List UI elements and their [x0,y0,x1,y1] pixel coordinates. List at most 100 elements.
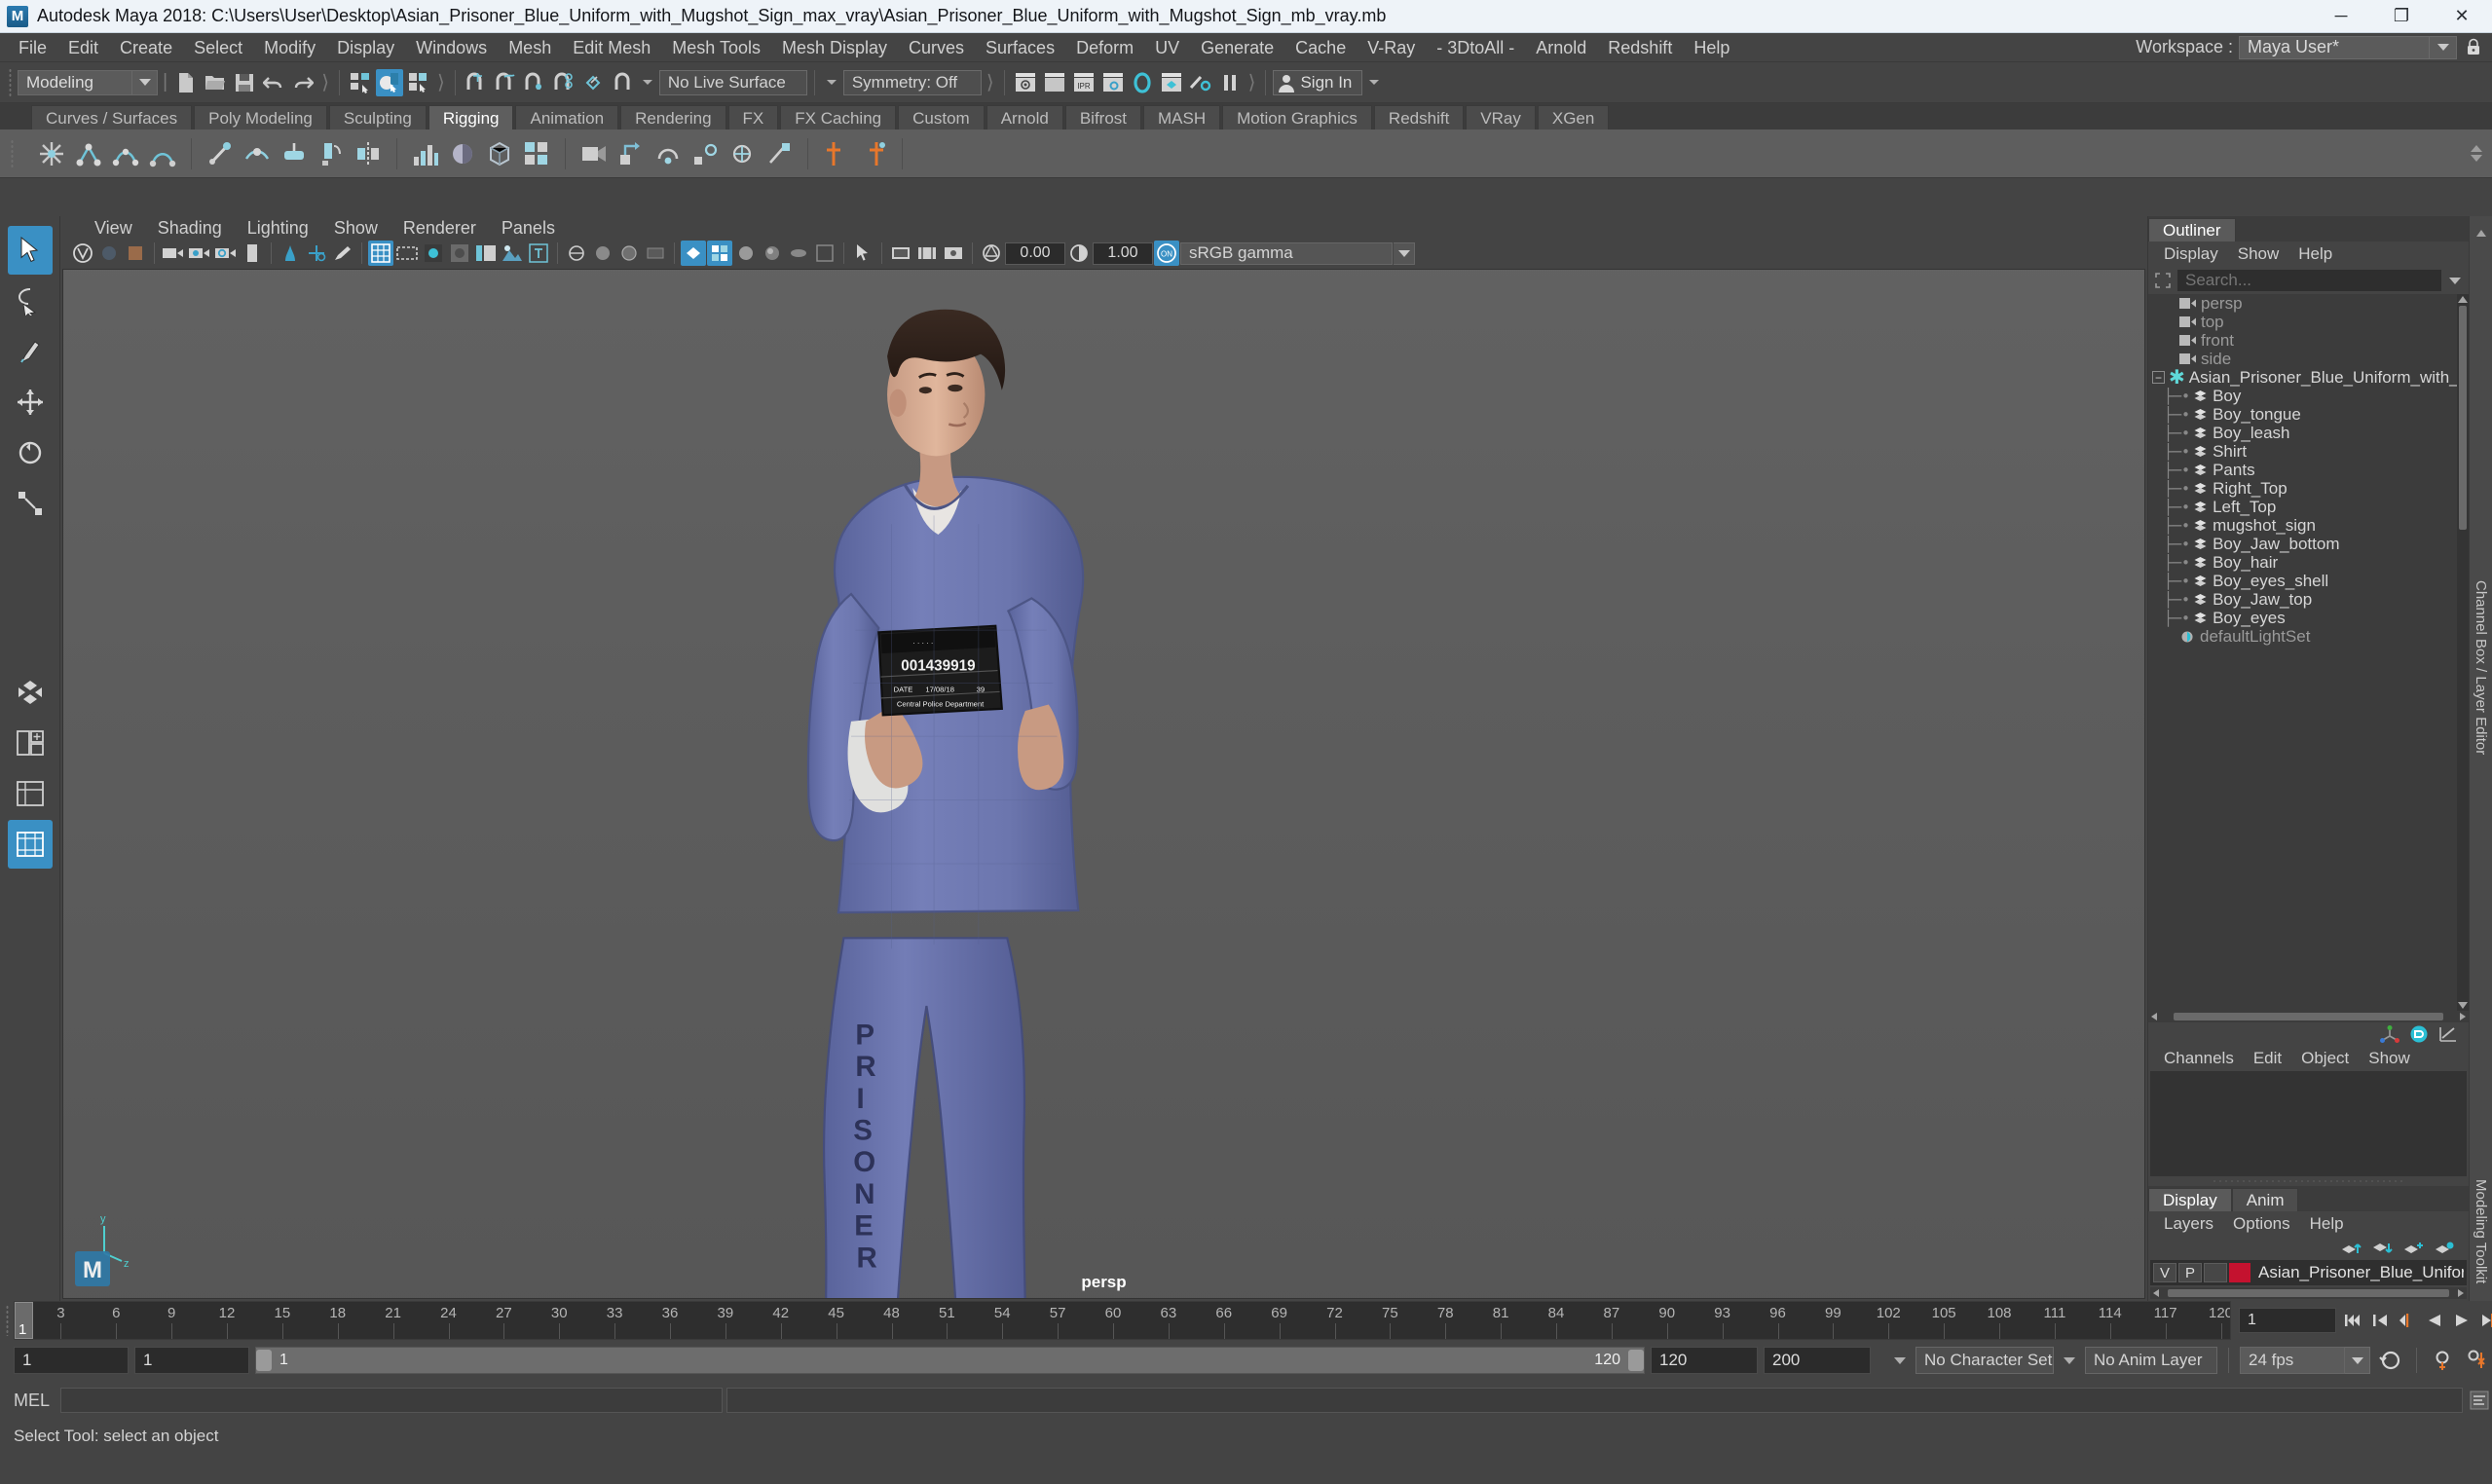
shelf-tab-vray[interactable]: VRay [1466,105,1536,130]
lasso-tool-icon[interactable] [8,277,53,325]
color-profile-field[interactable]: sRGB gamma [1180,241,1393,265]
snap-to-view-planes-icon[interactable] [579,69,607,96]
shelf-tab-arnold[interactable]: Arnold [986,105,1063,130]
show-manipulator-icon[interactable] [2379,1025,2400,1043]
smooth-shade-icon[interactable] [733,241,759,266]
time-slider-grip[interactable] [0,1301,14,1340]
layer-tab-anim[interactable]: Anim [2231,1188,2299,1211]
move-layer-up-icon[interactable] [2340,1241,2362,1256]
persp-layout-icon[interactable] [7,820,53,869]
shelf-tab-mash[interactable]: MASH [1143,105,1221,130]
shelf-tab-poly-modeling[interactable]: Poly Modeling [194,105,327,130]
exposure-field[interactable]: 0.00 [1005,241,1065,265]
gamma-field[interactable]: 1.00 [1093,241,1153,265]
layer-tab-display[interactable]: Display [2148,1188,2232,1211]
playback-loop-icon[interactable] [2376,1347,2405,1374]
workspace-combo-value[interactable]: Maya User* [2239,35,2430,59]
color-profile-arrow[interactable] [1394,241,1415,265]
layer-color-swatch[interactable] [2229,1263,2250,1282]
menu-set-arrow[interactable] [132,69,158,95]
create-joint-icon[interactable] [35,137,68,170]
outliner-hscrollbar[interactable] [2148,1011,2469,1022]
outliner-item-boy-hair[interactable]: ├─• Boy_hair [2148,553,2469,572]
range-slider-left-handle[interactable] [256,1350,272,1371]
command-line-input[interactable] [60,1388,723,1413]
outliner-item-right-top[interactable]: ├─• Right_Top [2148,479,2469,498]
shelf-tab-fx-caching[interactable]: FX Caching [780,105,897,130]
lattice-deformer-icon[interactable] [446,137,479,170]
script-editor-icon[interactable] [2467,1388,2492,1413]
shelf-tab-motion-graphics[interactable]: Motion Graphics [1222,105,1372,130]
paint-selection-tool-icon[interactable] [8,327,53,376]
menu-redshift[interactable]: Redshift [1597,33,1683,62]
attribute-editor-icon[interactable] [2408,1024,2430,1044]
smooth-bind-icon[interactable] [241,137,274,170]
snap-to-curve-icon[interactable] [492,69,519,96]
layer-menu-options[interactable]: Options [2223,1214,2300,1234]
ik-spline-handle-icon[interactable] [109,137,142,170]
outliner-item-left-top[interactable]: ├─• Left_Top [2148,498,2469,516]
viewport-menu-show[interactable]: Show [321,218,391,239]
anim-layer-arrow-icon[interactable] [2060,1348,2079,1373]
camera-settings-icon[interactable] [213,241,239,266]
wireframe-mode-icon[interactable] [447,241,472,266]
anim-start-time-field[interactable]: 1 [14,1347,129,1374]
open-scene-icon[interactable] [202,69,229,96]
outliner-item-side[interactable]: side [2148,350,2469,368]
render-settings-icon[interactable] [1099,69,1127,96]
channelbox-menu-show[interactable]: Show [2359,1049,2420,1068]
bind-skin-icon[interactable] [204,137,237,170]
menu-set-selector[interactable]: Modeling [18,69,158,95]
outliner-item-mugshot-sign[interactable]: ├─• mugshot_sign [2148,516,2469,535]
outliner-scroll-thumb[interactable] [2459,306,2467,530]
quick-rig-icon[interactable] [820,137,853,170]
grease-pencil-icon[interactable] [304,241,329,266]
outliner-item-defaultlightset[interactable]: defaultLightSet [2148,627,2469,646]
menu-generate[interactable]: Generate [1190,33,1284,62]
menu-v-ray[interactable]: V-Ray [1357,33,1426,62]
isolate-select-icon[interactable] [681,241,706,267]
exposure-aperture-icon[interactable] [979,241,1004,266]
current-time-indicator[interactable]: 1 [15,1302,33,1339]
redo-icon[interactable] [289,69,316,96]
shelf-tab-xgen[interactable]: XGen [1537,105,1610,130]
filter-brackets-icon[interactable] [2152,270,2174,291]
snap-to-projected-center-icon[interactable] [550,69,577,96]
film-gate-icon[interactable] [394,241,420,266]
menu-edit[interactable]: Edit [57,33,109,62]
workspace-selector[interactable]: Maya User* [2239,35,2457,59]
outliner-item-persp[interactable]: persp [2148,294,2469,313]
constraint-aim-icon[interactable] [688,137,722,170]
layer-hscroll-left-icon[interactable] [2150,1287,2162,1299]
menu-deform[interactable]: Deform [1065,33,1144,62]
go-to-start-icon[interactable] [2342,1309,2363,1332]
shelf-tab-bifrost[interactable]: Bifrost [1064,105,1142,130]
symmetry-field[interactable]: Symmetry: Off [842,69,982,95]
viewport-menu-renderer[interactable]: Renderer [391,218,489,239]
hypershade-icon[interactable] [1129,69,1156,96]
mirror-skin-weights-icon[interactable] [352,137,385,170]
select-tool-icon[interactable] [7,226,53,275]
menu-create[interactable]: Create [109,33,183,62]
outliner-vscrollbar[interactable] [2457,294,2469,1011]
bookmark-icon[interactable] [123,241,148,266]
outliner-item-top[interactable]: top [2148,313,2469,331]
range-slider-right-handle[interactable] [1628,1350,1644,1371]
new-scene-icon[interactable] [172,69,200,96]
channelbox-content[interactable] [2150,1071,2467,1176]
select-camera-icon[interactable] [96,241,122,266]
menu-mesh[interactable]: Mesh [498,33,562,62]
undo-icon[interactable] [260,69,287,96]
outliner-layout-icon[interactable] [8,769,53,818]
shelf-tab-custom[interactable]: Custom [898,105,985,130]
display-textures-icon[interactable] [707,241,732,267]
shaded-mode-icon[interactable] [421,241,446,266]
workspace-dropdown-arrow[interactable] [2430,35,2457,59]
statusline-grip[interactable] [4,64,16,101]
live-surface-field[interactable]: No Live Surface [658,69,807,95]
viewport-snapshot-icon[interactable] [888,241,913,266]
save-scene-icon[interactable] [231,69,258,96]
channelbox-menu-edit[interactable]: Edit [2244,1049,2291,1068]
vtab-scroll-up-icon[interactable] [2470,216,2492,249]
lighting-mode-icon[interactable] [500,241,525,266]
